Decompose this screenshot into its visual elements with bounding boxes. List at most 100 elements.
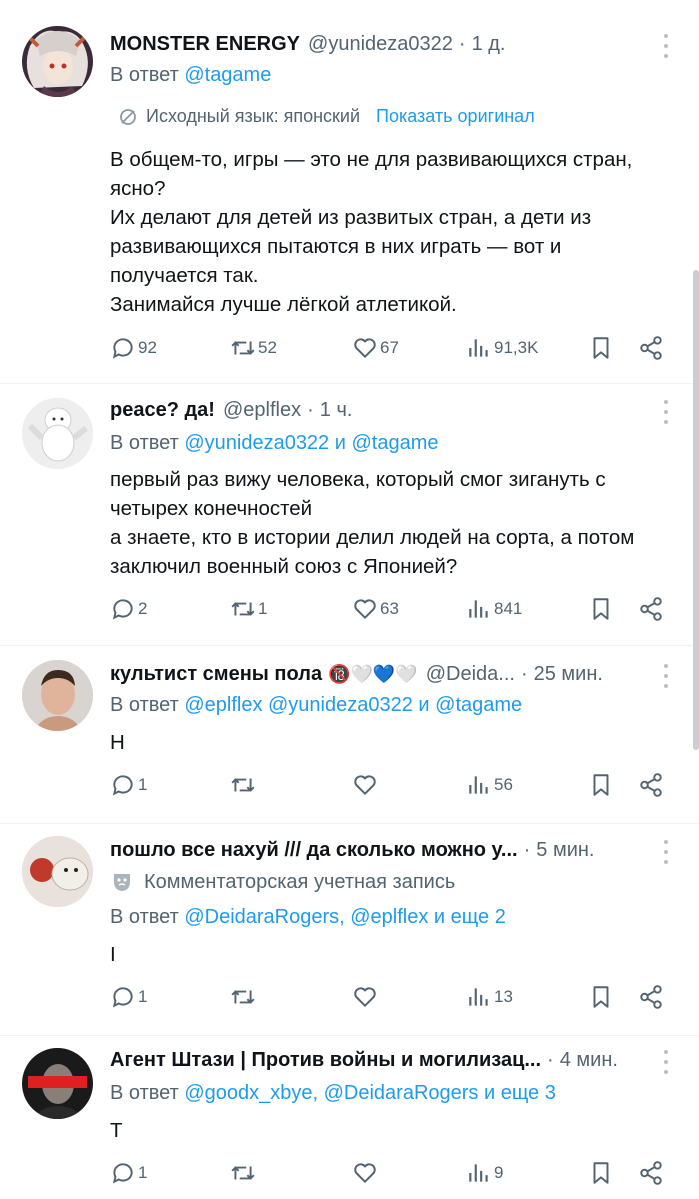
community-note: Комментаторская учетная запись bbox=[110, 870, 455, 894]
view-count: 841 bbox=[494, 599, 523, 618]
retweet-count: 52 bbox=[258, 338, 277, 357]
retweet-icon bbox=[231, 778, 255, 792]
text-line: а знаете, кто в истории делил людей на с… bbox=[110, 526, 635, 549]
retweet-button[interactable]: 52 bbox=[230, 335, 277, 361]
like-button[interactable]: 63 bbox=[352, 596, 399, 622]
bookmark-icon bbox=[593, 986, 609, 1008]
display-name[interactable]: MONSTER ENERGY bbox=[110, 33, 300, 56]
timestamp[interactable]: 25 мин. bbox=[534, 663, 603, 686]
action-bar: 1 9 bbox=[110, 1158, 666, 1188]
reply-button[interactable]: 1 bbox=[110, 984, 147, 1010]
like-button[interactable] bbox=[352, 1160, 378, 1186]
reply-button[interactable]: 92 bbox=[110, 335, 157, 361]
text-line: Занимайся лучше лёгкой атлетикой. bbox=[110, 293, 457, 316]
tweet[interactable]: MONSTER ENERGY @yunideza0322 · 1 д. В от… bbox=[0, 0, 699, 384]
share-button[interactable] bbox=[638, 772, 664, 798]
reply-icon bbox=[112, 338, 133, 359]
view-count: 13 bbox=[494, 987, 513, 1006]
more-options-icon[interactable] bbox=[663, 664, 669, 688]
display-name[interactable]: пошло все нахуй /// да сколько можно у..… bbox=[110, 839, 518, 862]
reply-prefix: В ответ bbox=[110, 906, 179, 928]
share-button[interactable] bbox=[638, 984, 664, 1010]
translate-icon bbox=[120, 108, 136, 125]
share-button[interactable] bbox=[638, 335, 664, 361]
bookmark-button[interactable] bbox=[588, 984, 614, 1010]
reply-mentions[interactable]: @yunideza0322 и @tagame bbox=[184, 432, 438, 454]
heart-icon bbox=[354, 987, 376, 1007]
avatar[interactable] bbox=[22, 1048, 93, 1119]
like-button[interactable] bbox=[352, 984, 378, 1010]
reply-button[interactable]: 2 bbox=[110, 596, 147, 622]
share-icon bbox=[640, 336, 662, 360]
bookmark-button[interactable] bbox=[588, 596, 614, 622]
display-name[interactable]: культист смены пола bbox=[110, 663, 322, 686]
text-line: получается так. bbox=[110, 264, 259, 287]
bookmark-button[interactable] bbox=[588, 772, 614, 798]
community-label: Комментаторская учетная запись bbox=[144, 870, 456, 893]
share-button[interactable] bbox=[638, 1160, 664, 1186]
translation-label: Исходный язык: японский bbox=[146, 106, 361, 126]
reply-button[interactable]: 1 bbox=[110, 772, 147, 798]
timestamp[interactable]: 4 мин. bbox=[560, 1049, 618, 1072]
more-options-icon[interactable] bbox=[663, 840, 669, 864]
like-count: 63 bbox=[380, 599, 399, 618]
retweet-button[interactable] bbox=[230, 1160, 256, 1186]
retweet-button[interactable] bbox=[230, 772, 256, 798]
views-button[interactable]: 9 bbox=[466, 1160, 503, 1186]
timestamp[interactable]: 1 д. bbox=[472, 33, 506, 56]
show-original-link[interactable]: Показать оригинал bbox=[376, 106, 535, 127]
views-button[interactable]: 91,3K bbox=[466, 335, 538, 361]
action-bar: 92 52 67 91,3K bbox=[110, 333, 666, 363]
translation-notice: Исходный язык: японский Показать оригина… bbox=[118, 106, 535, 127]
tweet-text: В общем-то, игры — это не для развивающи… bbox=[110, 145, 669, 319]
more-options-icon[interactable] bbox=[663, 400, 669, 424]
like-button[interactable] bbox=[352, 772, 378, 798]
avatar[interactable] bbox=[22, 660, 93, 731]
user-handle[interactable]: @yunideza0322 bbox=[308, 33, 453, 56]
display-name[interactable]: peace? да! bbox=[110, 399, 215, 422]
like-count: 67 bbox=[380, 338, 399, 357]
separator-dot: · bbox=[307, 398, 314, 421]
retweet-icon bbox=[231, 990, 255, 1004]
tweet[interactable]: peace? да! @eplflex · 1 ч. В ответ @yuni… bbox=[0, 384, 699, 646]
bookmark-button[interactable] bbox=[588, 335, 614, 361]
text-line: Н bbox=[110, 731, 125, 754]
reply-button[interactable]: 1 bbox=[110, 1160, 147, 1186]
timestamp[interactable]: 1 ч. bbox=[320, 399, 353, 422]
avatar[interactable] bbox=[22, 398, 93, 469]
reply-mentions[interactable]: @eplflex @yunideza0322 и @tagame bbox=[184, 694, 522, 716]
reply-icon bbox=[112, 987, 133, 1008]
views-button[interactable]: 841 bbox=[466, 596, 522, 622]
reply-mentions[interactable]: @tagame bbox=[184, 64, 271, 86]
share-button[interactable] bbox=[638, 596, 664, 622]
text-line: В общем-то, игры — это не для развивающи… bbox=[110, 148, 633, 171]
retweet-count: 1 bbox=[258, 599, 268, 618]
timestamp[interactable]: 5 мин. bbox=[536, 839, 594, 862]
reply-mentions[interactable]: @goodx_xbye, @DeidaraRogers и еще 3 bbox=[184, 1082, 556, 1104]
action-bar: 2 1 63 841 bbox=[110, 594, 666, 624]
user-handle[interactable]: @Deida... bbox=[426, 663, 515, 686]
views-button[interactable]: 13 bbox=[466, 984, 513, 1010]
display-name[interactable]: Агент Штази | Против войны и могилизац..… bbox=[110, 1049, 541, 1072]
retweet-button[interactable] bbox=[230, 984, 256, 1010]
share-icon bbox=[640, 985, 662, 1009]
tweet[interactable]: пошло все нахуй /// да сколько можно у..… bbox=[0, 824, 699, 1036]
bookmark-icon bbox=[593, 1162, 609, 1184]
scrollbar[interactable] bbox=[693, 270, 699, 750]
user-handle[interactable]: @eplflex bbox=[223, 399, 301, 422]
more-options-icon[interactable] bbox=[663, 1050, 669, 1074]
avatar[interactable] bbox=[22, 26, 93, 97]
avatar[interactable] bbox=[22, 836, 93, 907]
reply-icon bbox=[112, 599, 133, 620]
tweet[interactable]: Агент Штази | Против войны и могилизац..… bbox=[0, 1036, 699, 1199]
share-icon bbox=[640, 597, 662, 621]
tweet[interactable]: культист смены пола 🔞🤍💙🤍 @Deida... · 25 … bbox=[0, 646, 699, 824]
tweet-header: MONSTER ENERGY @yunideza0322 · 1 д. bbox=[110, 30, 659, 58]
bookmark-button[interactable] bbox=[588, 1160, 614, 1186]
retweet-button[interactable]: 1 bbox=[230, 596, 267, 622]
reply-context: В ответ @tagame bbox=[110, 64, 271, 87]
like-button[interactable]: 67 bbox=[352, 335, 399, 361]
views-button[interactable]: 56 bbox=[466, 772, 513, 798]
more-options-icon[interactable] bbox=[663, 34, 669, 58]
reply-mentions[interactable]: @DeidaraRogers, @eplflex и еще 2 bbox=[184, 906, 505, 928]
